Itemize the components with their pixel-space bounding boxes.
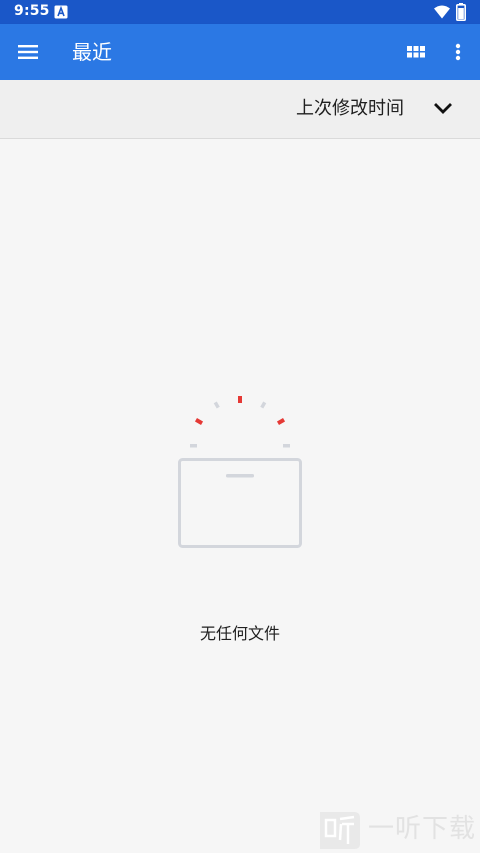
spark-dash-right-low bbox=[283, 444, 290, 448]
battery-icon bbox=[456, 3, 466, 21]
wifi-icon bbox=[434, 5, 450, 19]
grid-view-icon[interactable] bbox=[402, 38, 430, 66]
sort-label: 上次修改时间 bbox=[296, 98, 404, 119]
page-title: 最近 bbox=[72, 40, 112, 64]
app-bar: 最近 bbox=[0, 24, 480, 80]
box-slot bbox=[226, 474, 254, 478]
empty-box-icon bbox=[178, 396, 302, 548]
a-notification-icon bbox=[54, 5, 68, 19]
sort-dropdown[interactable]: 上次修改时间 bbox=[0, 80, 480, 139]
spark-dash-left-low bbox=[190, 444, 197, 448]
spark-dash-left-outer bbox=[194, 418, 204, 425]
status-bar: 9:55 bbox=[0, 0, 480, 24]
box-outline bbox=[178, 458, 302, 548]
spark-dash-left-inner bbox=[213, 401, 220, 409]
menu-icon[interactable] bbox=[12, 36, 44, 68]
spark-dash-right-outer bbox=[276, 418, 286, 425]
spark-dash-right-inner bbox=[260, 401, 267, 409]
chevron-down-icon[interactable] bbox=[430, 97, 456, 121]
status-time: 9:55 bbox=[14, 3, 50, 19]
more-vert-icon[interactable] bbox=[446, 38, 470, 66]
watermark-logo-icon bbox=[320, 812, 360, 849]
watermark-text: 一听下载 bbox=[368, 814, 477, 844]
spark-dash-center bbox=[238, 396, 242, 403]
empty-state-message: 无任何文件 bbox=[199, 624, 280, 643]
watermark: 一听下载 bbox=[318, 808, 478, 850]
